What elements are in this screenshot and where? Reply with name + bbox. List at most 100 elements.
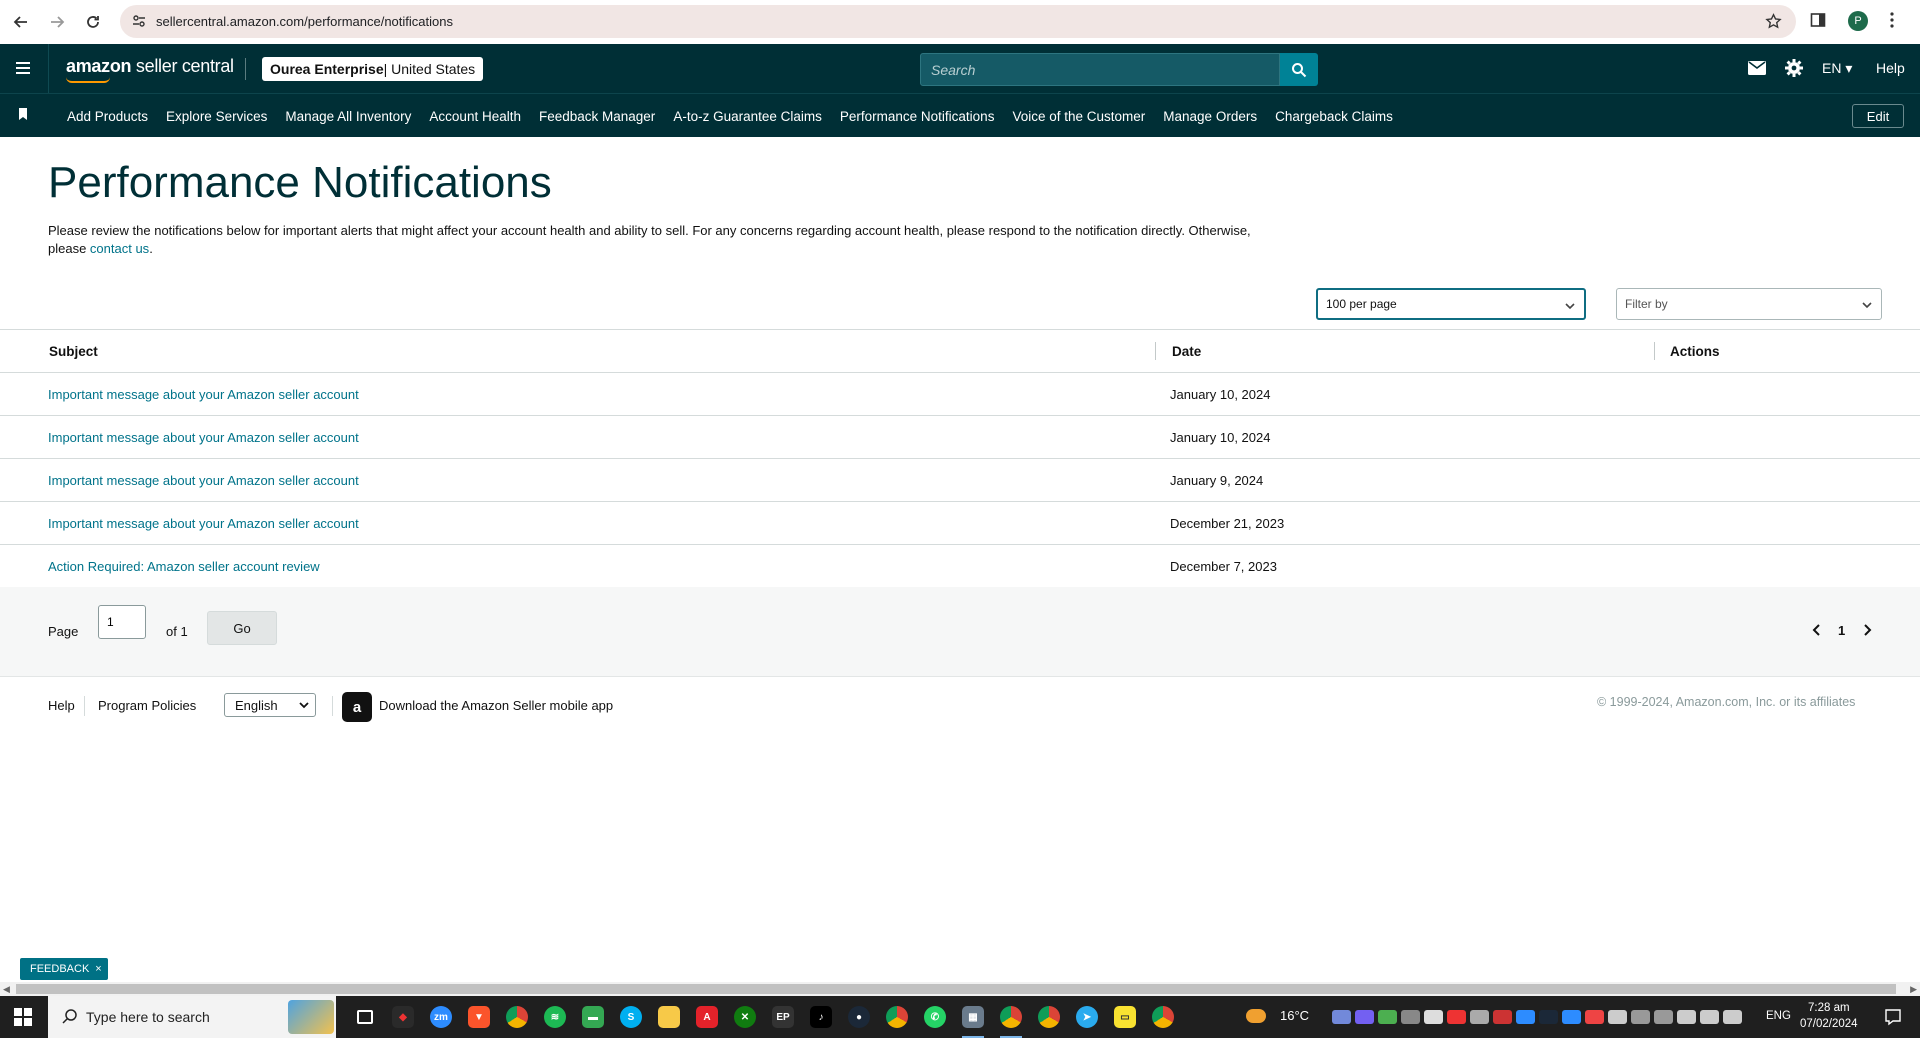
notification-subject-link[interactable]: Action Required: Amazon seller account r… bbox=[48, 559, 320, 574]
task-view-icon[interactable] bbox=[346, 996, 384, 1038]
nav-link-chargeback-claims[interactable]: Chargeback Claims bbox=[1275, 109, 1393, 124]
microphone-icon[interactable] bbox=[1608, 1010, 1627, 1024]
filter-select[interactable]: Filter by bbox=[1616, 288, 1882, 320]
nav-link-voice-of-customer[interactable]: Voice of the Customer bbox=[1012, 109, 1145, 124]
back-icon[interactable] bbox=[6, 7, 36, 37]
notification-subject-link[interactable]: Important message about your Amazon sell… bbox=[48, 516, 359, 531]
skype-icon[interactable]: S bbox=[612, 996, 650, 1038]
weather-widget[interactable]: 16°C bbox=[1246, 1008, 1309, 1023]
nav-link-manage-orders[interactable]: Manage Orders bbox=[1163, 109, 1257, 124]
bookmark-icon[interactable] bbox=[18, 108, 28, 123]
account-switcher[interactable]: Ourea Enterprise | United States bbox=[262, 57, 484, 81]
nav-link-manage-all-inventory[interactable]: Manage All Inventory bbox=[285, 109, 411, 124]
app-tray-icon[interactable] bbox=[1378, 1010, 1397, 1024]
nav-link-account-health[interactable]: Account Health bbox=[429, 109, 521, 124]
network-icon[interactable] bbox=[1700, 1010, 1719, 1024]
horizontal-scrollbar[interactable]: ◀ ▶ bbox=[0, 982, 1920, 996]
app-tray-icon[interactable] bbox=[1516, 1010, 1535, 1024]
chrome-icon[interactable] bbox=[498, 996, 536, 1038]
app-tray-icon[interactable] bbox=[1631, 1010, 1650, 1024]
browser-menu-icon[interactable] bbox=[1890, 11, 1894, 32]
nav-link-add-products[interactable]: Add Products bbox=[67, 109, 148, 124]
bookmark-star-icon[interactable] bbox=[1765, 13, 1782, 33]
discord-icon[interactable] bbox=[1332, 1010, 1351, 1024]
search-button[interactable] bbox=[1280, 53, 1318, 86]
footer-program-policies-link[interactable]: Program Policies bbox=[98, 698, 196, 713]
steam-icon[interactable]: ● bbox=[840, 996, 878, 1038]
input-language[interactable]: ENG bbox=[1766, 1010, 1791, 1022]
adobe-icon[interactable]: A bbox=[688, 996, 726, 1038]
xbox-icon[interactable]: ✕ bbox=[726, 996, 764, 1038]
profile-avatar[interactable]: P bbox=[1848, 11, 1868, 31]
settings-gear-icon[interactable] bbox=[1784, 58, 1804, 81]
app-tray-icon[interactable] bbox=[1401, 1010, 1420, 1024]
mail-icon[interactable] bbox=[1748, 61, 1766, 78]
reload-icon[interactable] bbox=[78, 7, 108, 37]
battery-icon[interactable] bbox=[1723, 1010, 1742, 1024]
taskbar-clock[interactable]: 7:28 am 07/02/2024 bbox=[1800, 1000, 1858, 1032]
sticky-notes-icon[interactable]: ▭ bbox=[1106, 996, 1144, 1038]
chrome-icon[interactable] bbox=[992, 996, 1030, 1038]
forward-icon[interactable] bbox=[42, 7, 72, 37]
edit-nav-button[interactable]: Edit bbox=[1852, 104, 1904, 128]
display-icon[interactable] bbox=[1654, 1010, 1673, 1024]
amazon-app-icon[interactable]: a bbox=[342, 692, 372, 722]
app-tray-icon[interactable] bbox=[1447, 1010, 1466, 1024]
search-field[interactable] bbox=[920, 53, 1280, 86]
spotify-icon[interactable]: ≋ bbox=[536, 996, 574, 1038]
address-bar[interactable]: sellercentral.amazon.com/performance/not… bbox=[120, 5, 1796, 38]
chat-icon[interactable]: ▬ bbox=[574, 996, 612, 1038]
footer-language-select[interactable]: English bbox=[224, 693, 316, 717]
side-panel-icon[interactable] bbox=[1810, 12, 1826, 31]
whatsapp-icon[interactable]: ✆ bbox=[916, 996, 954, 1038]
nav-link-explore-services[interactable]: Explore Services bbox=[166, 109, 267, 124]
zoom-icon[interactable]: zm bbox=[422, 996, 460, 1038]
notification-subject-link[interactable]: Important message about your Amazon sell… bbox=[48, 430, 359, 445]
help-link[interactable]: Help bbox=[1876, 60, 1905, 76]
chrome-icon[interactable] bbox=[1144, 996, 1182, 1038]
notification-subject-link[interactable]: Important message about your Amazon sell… bbox=[48, 473, 359, 488]
page-number-input[interactable] bbox=[98, 605, 146, 639]
column-header-subject[interactable]: Subject bbox=[49, 344, 98, 359]
nav-link-performance-notifications[interactable]: Performance Notifications bbox=[840, 109, 995, 124]
go-button[interactable]: Go bbox=[207, 611, 277, 645]
notification-subject-link[interactable]: Important message about your Amazon sell… bbox=[48, 387, 359, 402]
windows-start-icon[interactable] bbox=[14, 1008, 32, 1029]
feedback-tab[interactable]: FEEDBACK × bbox=[20, 958, 108, 980]
site-info-icon[interactable] bbox=[132, 14, 146, 31]
chrome-icon[interactable] bbox=[878, 996, 916, 1038]
language-selector[interactable]: EN ▾ bbox=[1822, 60, 1852, 77]
contact-us-link[interactable]: contact us bbox=[90, 241, 149, 256]
scrollbar-thumb[interactable] bbox=[16, 984, 1896, 994]
chevron-right-icon[interactable] bbox=[1862, 624, 1872, 639]
amazon-seller-central-logo[interactable]: amazon seller central bbox=[66, 56, 234, 77]
column-header-date[interactable]: Date bbox=[1172, 344, 1201, 359]
app-tray-icon[interactable] bbox=[1585, 1010, 1604, 1024]
current-page-number[interactable]: 1 bbox=[1838, 623, 1845, 638]
brave-icon[interactable]: ▼ bbox=[460, 996, 498, 1038]
calculator-icon[interactable]: ▦ bbox=[954, 996, 992, 1038]
chrome-icon[interactable] bbox=[1030, 996, 1068, 1038]
app-tray-icon[interactable] bbox=[1493, 1010, 1512, 1024]
chevron-left-icon[interactable] bbox=[1812, 624, 1822, 639]
per-page-select[interactable]: 100 per page bbox=[1316, 288, 1586, 320]
close-icon[interactable]: × bbox=[95, 963, 101, 975]
file-explorer-icon[interactable] bbox=[650, 996, 688, 1038]
steam-tray-icon[interactable] bbox=[1539, 1010, 1558, 1024]
epic-games-icon[interactable]: EP bbox=[764, 996, 802, 1038]
scroll-right-icon[interactable]: ▶ bbox=[1910, 984, 1917, 995]
tiktok-icon[interactable]: ♪ bbox=[802, 996, 840, 1038]
telegram-icon[interactable]: ➤ bbox=[1068, 996, 1106, 1038]
search-input[interactable] bbox=[931, 61, 1279, 78]
volume-icon[interactable] bbox=[1677, 1010, 1696, 1024]
nav-link-a-to-z-claims[interactable]: A-to-z Guarantee Claims bbox=[673, 109, 822, 124]
google-icon[interactable] bbox=[1424, 1010, 1443, 1024]
msi-icon[interactable]: ◆ bbox=[384, 996, 422, 1038]
zoom-tray-icon[interactable] bbox=[1562, 1010, 1581, 1024]
download-app-link[interactable]: Download the Amazon Seller mobile app bbox=[379, 698, 613, 713]
notification-center-icon[interactable] bbox=[1884, 1008, 1902, 1029]
viber-icon[interactable] bbox=[1355, 1010, 1374, 1024]
footer-help-link[interactable]: Help bbox=[48, 698, 75, 713]
taskbar-search[interactable]: Type here to search bbox=[48, 996, 336, 1038]
app-tray-icon[interactable] bbox=[1470, 1010, 1489, 1024]
